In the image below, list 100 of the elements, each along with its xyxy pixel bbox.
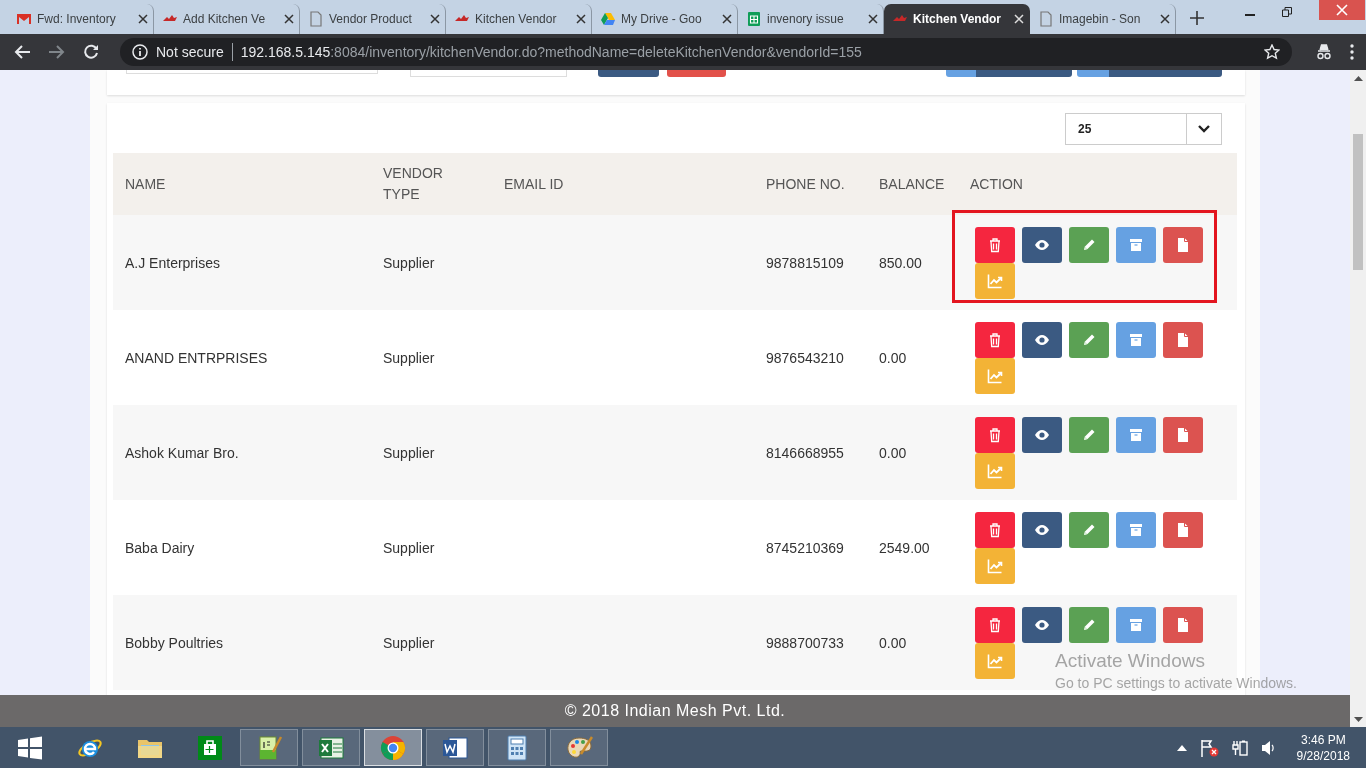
table-cell-text: Bobby Poultries [124,634,225,651]
taskbar-button[interactable] [240,729,298,766]
trash-icon [987,617,1003,633]
document-button[interactable] [1163,227,1203,263]
taskbar-button[interactable] [488,729,546,766]
document-button[interactable] [1163,417,1203,453]
close-icon[interactable] [430,14,440,24]
close-icon[interactable] [868,14,878,24]
document-button[interactable] [1163,607,1203,643]
menu-icon[interactable] [1350,44,1354,60]
table-cell-text: 8146668955 [765,444,845,461]
pencil-icon [1081,237,1097,253]
edit-button[interactable] [1069,417,1109,453]
edit-button[interactable] [1069,607,1109,643]
archive-icon [1128,617,1144,633]
close-icon[interactable] [722,14,732,24]
speaker-icon[interactable] [1260,739,1275,756]
incognito-icon[interactable] [1315,44,1333,60]
address-bar[interactable]: Not secure 192.168.5.145:8084/inventory/kitchenVendor.do?methodName=deleteKitchenVendor&vendorId=155 [120,38,1292,66]
scrollbar[interactable] [1350,70,1366,727]
taskbar-button[interactable] [550,729,608,766]
archive-button[interactable] [1116,512,1156,548]
view-button[interactable] [1022,417,1062,453]
taskbar-button[interactable] [364,729,422,766]
archive-button[interactable] [1116,227,1156,263]
document-button[interactable] [1163,322,1203,358]
eye-icon [1034,237,1050,253]
document-icon [1175,522,1191,538]
back-icon[interactable] [13,44,31,60]
chart-icon [987,273,1003,289]
close-button[interactable] [1319,0,1365,20]
archive-button[interactable] [1116,417,1156,453]
close-icon[interactable] [1160,14,1170,24]
browser-tab[interactable]: Kitchen Vendor [884,4,1030,34]
delete-button[interactable] [975,227,1015,263]
archive-icon [1128,237,1144,253]
input-field[interactable] [410,70,567,77]
view-button[interactable] [1022,227,1062,263]
delete-button[interactable] [975,322,1015,358]
column-header: EMAIL ID [503,174,565,194]
forward-icon[interactable] [48,44,66,60]
document-icon [1175,332,1191,348]
table-cell-text: 0.00 [878,349,908,366]
clock[interactable]: 3:46 PM 9/28/2018 [1296,731,1350,764]
eye-icon [1034,617,1050,633]
edit-button[interactable] [1069,227,1109,263]
table-cell-text: 8745210369 [765,539,845,556]
pencil-icon [1081,332,1097,348]
chevron-down-icon [1198,125,1210,133]
export-button[interactable] [1077,70,1222,77]
pencil-icon [1081,522,1097,538]
shopping-bag-icon [196,733,224,762]
table-cell-text: Supplier [382,444,436,461]
taskbar-button[interactable] [426,729,484,766]
view-button[interactable] [1022,322,1062,358]
table-cell-text: 9878815109 [765,254,845,271]
table-cell-text: Supplier [382,349,436,366]
taskbar-button[interactable] [302,729,360,766]
column-header: PHONE NO. [765,174,846,194]
chrome-logo-icon [379,733,407,762]
column-header: NAME [124,174,167,194]
activation-title: Activate Windows [1055,650,1206,672]
restore-icon[interactable] [1282,6,1292,17]
battery-icon[interactable] [1230,738,1249,757]
delete-button[interactable] [975,512,1015,548]
document-button[interactable] [1163,512,1203,548]
close-icon[interactable] [284,14,294,24]
star-icon[interactable] [1264,44,1280,60]
scroll-thumb[interactable] [1353,134,1363,270]
trash-icon [987,237,1003,253]
chart-icon [987,368,1003,384]
delete-button[interactable] [975,607,1015,643]
archive-icon [1128,332,1144,348]
table-cell-text: 850.00 [878,254,923,271]
table-cell-text: Supplier [382,254,436,271]
caret-up-icon[interactable] [1176,744,1187,751]
security-label: Not secure [156,44,224,60]
input-field[interactable] [126,70,378,74]
reload-icon[interactable] [83,44,99,60]
eye-icon [1034,332,1050,348]
close-icon[interactable] [576,14,586,24]
page-size-select[interactable]: 25 [1065,113,1222,145]
flag-icon[interactable] [1198,738,1219,757]
trash-icon [987,427,1003,443]
view-button[interactable] [1022,607,1062,643]
triangle-logo-icon [600,11,616,27]
view-button[interactable] [1022,512,1062,548]
close-icon[interactable] [138,14,148,24]
sheet-icon [746,11,762,27]
delete-button[interactable] [975,417,1015,453]
archive-button[interactable] [1116,322,1156,358]
edit-button[interactable] [1069,322,1109,358]
new-tab-icon[interactable] [1190,11,1204,25]
edit-button[interactable] [1069,512,1109,548]
add-button[interactable] [946,70,1072,77]
activation-text: Go to PC settings to activate Windows. [1055,675,1297,691]
table-cell-text: 0.00 [878,444,908,461]
archive-button[interactable] [1116,607,1156,643]
eye-icon [1034,427,1050,443]
table-cell-text: Ashok Kumar Bro. [124,444,240,461]
